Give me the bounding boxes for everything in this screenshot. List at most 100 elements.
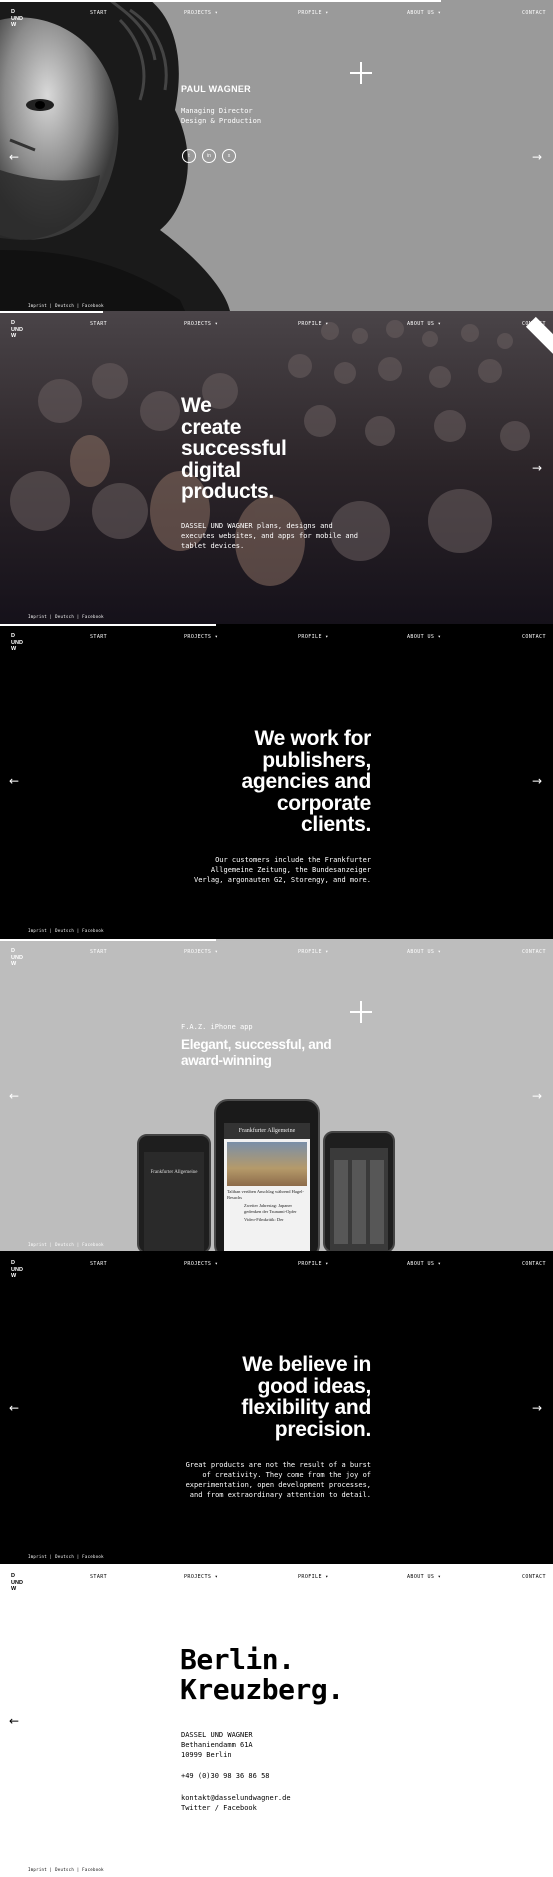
chevron-down-icon: ▾ [214,1574,219,1580]
chevron-down-icon: ▾ [214,321,219,327]
nav-projects[interactable]: PROJECTS ▾ [184,10,218,16]
news-headline: Video-Filmkritik: Der [244,1217,284,1222]
phone-center: Frankfurter Allgemeine Taliban verüben A… [214,1099,320,1251]
nav-projects[interactable]: PROJECTS ▾ [184,1261,218,1267]
phone-masthead: Frankfurter Allgemeine [150,1170,198,1175]
nav-projects[interactable]: PROJECTS ▾ [184,1574,218,1580]
slide-clients: D UND W START PROJECTS ▾ PROFILE ▾ ABOUT U… [0,624,553,939]
contact-address: DASSEL UND WAGNER Bethaniendamm 61A 10999 … [181,1731,253,1759]
chevron-down-icon: ▾ [325,1574,329,1580]
member-role: Managing Director Design & Production [181,107,262,125]
nav-start[interactable]: START [90,1574,107,1580]
chevron-down-icon: ▾ [214,1261,219,1267]
news-photo [227,1142,307,1186]
nav-profile[interactable]: PROFILE ▾ [298,1574,329,1580]
nav-about[interactable]: ABOUT US ▾ [407,1261,441,1267]
linkedin-icon[interactable]: in [202,149,216,163]
arrow-right-icon[interactable]: → [532,151,542,163]
clients-body: Our customers include the Frankfurter All… [193,856,371,884]
nav-profile[interactable]: PROFILE ▾ [298,1261,329,1267]
nav-projects[interactable]: PROJECTS ▾ [184,949,218,955]
nav-start[interactable]: START [90,1261,107,1267]
chevron-down-icon: ▾ [437,634,442,640]
plus-icon[interactable] [350,62,372,84]
phone-masthead: Frankfurter Allgemeine [224,1123,310,1139]
contact-social-links[interactable]: Twitter / Facebook [181,1804,257,1812]
nav-contact[interactable]: CONTACT [522,949,546,955]
nav-start[interactable]: START [90,321,107,327]
main-nav: START PROJECTS ▾ PROFILE ▾ ABOUT US ▾ CO… [0,1251,553,1275]
project-heading: Elegant, successful, and award-winning [181,1037,332,1068]
phone-left: Frankfurter Allgemeine [137,1134,211,1251]
arrow-left-icon[interactable]: ← [9,1402,19,1414]
nav-about[interactable]: ABOUT US ▾ [407,1574,441,1580]
nav-about[interactable]: ABOUT US ▾ [407,634,441,640]
chevron-down-icon: ▾ [437,321,442,327]
arrow-right-icon[interactable]: → [532,775,542,787]
nav-contact[interactable]: CONTACT [522,1574,546,1580]
footer-links[interactable]: Imprint | Deutsch | Facebook [28,1867,104,1872]
member-name: PAUL WAGNER [181,84,251,94]
arrow-left-icon[interactable]: ← [9,1090,19,1102]
nav-start[interactable]: START [90,10,107,16]
chevron-down-icon: ▾ [325,949,329,955]
phone-right [323,1131,395,1251]
nav-profile[interactable]: PROFILE ▾ [298,634,329,640]
philosophy-heading: We believe in good ideas, flexibility and p… [241,1353,371,1441]
contact-email-link[interactable]: kontakt@dasselundwagner.de [181,1794,291,1802]
nav-profile[interactable]: PROFILE ▾ [298,949,329,955]
nav-profile[interactable]: PROFILE ▾ [298,10,329,16]
nav-about[interactable]: ABOUT US ▾ [407,10,441,16]
nav-projects[interactable]: PROJECTS ▾ [184,634,218,640]
main-nav: START PROJECTS ▾ PROFILE ▾ ABOUT US ▾ CO… [0,1564,553,1588]
nav-profile[interactable]: PROFILE ▾ [298,321,329,327]
contact-heading: Berlin. Kreuzberg. [180,1643,344,1706]
footer-links[interactable]: Imprint | Deutsch | Facebook [28,614,104,619]
news-headline: Zweiter Jahrestag: Japaner gedenken der … [244,1203,297,1214]
footer-links[interactable]: Imprint | Deutsch | Facebook [28,1554,104,1559]
plus-icon[interactable] [350,1001,372,1023]
nav-contact[interactable]: CONTACT [522,634,546,640]
footer-links[interactable]: Imprint | Deutsch | Facebook [28,1242,104,1247]
nav-about[interactable]: ABOUT US ▾ [407,321,441,327]
xing-icon[interactable]: x [222,149,236,163]
chevron-down-icon: ▾ [437,1574,442,1580]
footer-links[interactable]: Imprint | Deutsch | Facebook [28,303,104,308]
nav-projects[interactable]: PROJECTS ▾ [184,321,218,327]
arrow-right-icon[interactable]: → [532,1402,542,1414]
nav-about[interactable]: ABOUT US ▾ [407,949,441,955]
contact-phone[interactable]: +49 (0)30 98 36 86 58 [181,1772,270,1780]
nav-start[interactable]: START [90,949,107,955]
arrow-left-icon[interactable]: ← [9,1715,19,1727]
philosophy-body: Great products are not the result of a b… [185,1461,371,1499]
chevron-down-icon: ▾ [437,1261,442,1267]
arrow-right-icon[interactable]: → [532,462,542,474]
intro-heading: We create successful digital products. [181,394,287,503]
twitter-icon[interactable]: t [182,149,196,163]
chevron-down-icon: ▾ [325,634,329,640]
arrow-right-icon[interactable]: → [532,1090,542,1102]
slide-intro: D UND W START PROJECTS ▾ PROFILE ▾ ABOUT U… [0,311,553,624]
chevron-down-icon: ▾ [214,634,219,640]
slide-philosophy: D UND W START PROJECTS ▾ PROFILE ▾ ABOUT U… [0,1251,553,1564]
chevron-down-icon: ▾ [325,1261,329,1267]
project-eyebrow: F.A.Z. iPhone app [181,1023,253,1031]
chevron-down-icon: ▾ [214,10,219,16]
nav-start[interactable]: START [90,634,107,640]
menu-grid-icon [334,1160,384,1244]
arrow-left-icon[interactable]: ← [9,151,19,163]
chevron-down-icon: ▾ [437,949,442,955]
arrow-left-icon[interactable]: ← [9,775,19,787]
nav-contact[interactable]: CONTACT [522,10,546,16]
intro-body: DASSEL UND WAGNER plans, designs and exec… [181,522,359,550]
chevron-down-icon: ▾ [437,10,442,16]
news-headline: Taliban verüben Anschlag während Hagel-B… [227,1189,304,1200]
chevron-down-icon: ▾ [214,949,219,955]
nav-contact[interactable]: CONTACT [522,1261,546,1267]
main-nav: START PROJECTS ▾ PROFILE ▾ ABOUT US ▾ CO… [0,624,553,648]
main-nav: START PROJECTS ▾ PROFILE ▾ ABOUT US ▾ CO… [0,939,553,963]
slide-team-member: D UND W START PROJECTS ▾ PROFILE ▾ ABOUT U… [0,0,553,311]
footer-links[interactable]: Imprint | Deutsch | Facebook [28,928,104,933]
slide-project-faz: D UND W START PROJECTS ▾ PROFILE ▾ ABOUT U… [0,939,553,1251]
chevron-down-icon: ▾ [325,10,329,16]
